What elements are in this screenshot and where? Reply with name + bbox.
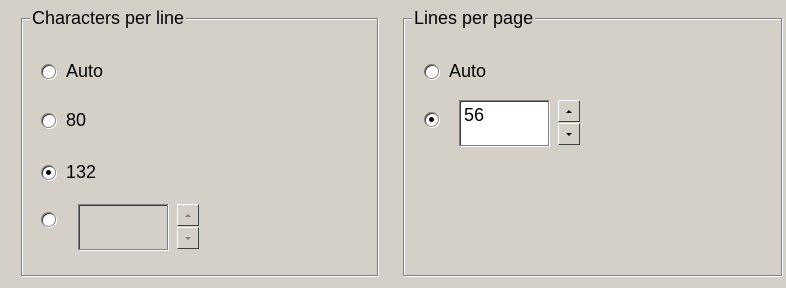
lines-custom-spinner[interactable]	[558, 100, 580, 146]
chars-auto-radio[interactable]	[41, 63, 56, 79]
chars-80-radio[interactable]	[41, 112, 56, 128]
chars-132-label[interactable]: 132	[66, 162, 96, 182]
down-arrow-icon	[566, 132, 572, 136]
lines-custom-input[interactable]: 56	[459, 100, 549, 146]
chars-spin-down-button[interactable]	[177, 227, 199, 249]
lines-per-page-group: Lines per page Auto 56	[403, 7, 782, 276]
chars-custom-input[interactable]	[78, 204, 168, 250]
up-arrow-icon	[566, 109, 572, 113]
up-arrow-icon	[185, 213, 191, 217]
lines-auto-radio[interactable]	[424, 63, 439, 79]
characters-per-line-group: Characters per line Auto 80 132	[21, 7, 378, 276]
lines-spin-up-button[interactable]	[558, 100, 580, 122]
lines-custom-radio[interactable]	[424, 112, 439, 127]
chars-custom-radio[interactable]	[41, 212, 56, 227]
chars-80-label[interactable]: 80	[66, 110, 86, 130]
characters-per-line-legend: Characters per line	[30, 7, 187, 29]
chars-spin-up-button[interactable]	[177, 204, 199, 226]
chars-132-radio[interactable]	[41, 164, 56, 180]
chars-auto-label[interactable]: Auto	[66, 61, 103, 81]
chars-132-option[interactable]: 132	[41, 162, 96, 182]
radio-selected-dot	[429, 117, 434, 122]
lines-per-page-legend: Lines per page	[412, 7, 536, 29]
radio-selected-dot	[46, 169, 51, 175]
lines-auto-option[interactable]: Auto	[424, 61, 486, 81]
chars-custom-spinner[interactable]	[177, 204, 199, 250]
chars-custom-option[interactable]	[41, 212, 56, 227]
lines-auto-label[interactable]: Auto	[449, 61, 486, 81]
down-arrow-icon	[185, 236, 191, 240]
lines-custom-option[interactable]	[424, 112, 439, 127]
chars-80-option[interactable]: 80	[41, 110, 86, 130]
chars-auto-option[interactable]: Auto	[41, 61, 103, 81]
lines-spin-down-button[interactable]	[558, 123, 580, 145]
